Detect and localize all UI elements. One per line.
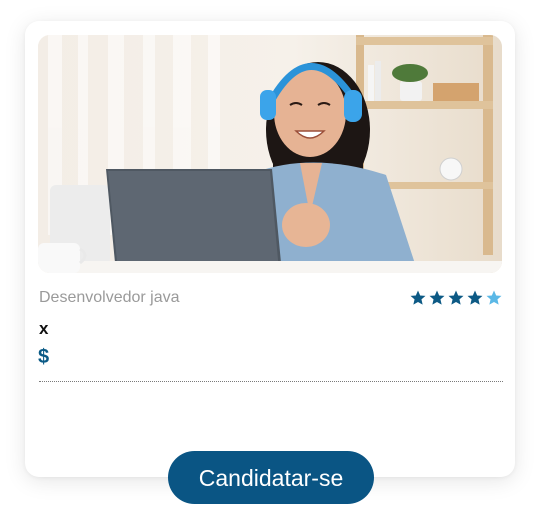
job-subtitle: x [39,319,49,338]
star-filled-icon [447,289,465,307]
apply-button[interactable]: Candidatar-se [168,451,374,504]
job-photo [38,35,502,273]
rating-stars [409,289,503,307]
divider [39,381,503,382]
star-filled-icon [466,289,484,307]
job-title: Desenvolvedor java [39,289,180,306]
star-filled-icon [409,289,427,307]
star-filled-icon [428,289,446,307]
star-empty-icon [485,289,503,307]
job-card: Desenvolvedor java x $ [25,21,515,477]
price-symbol: $ [38,346,50,368]
